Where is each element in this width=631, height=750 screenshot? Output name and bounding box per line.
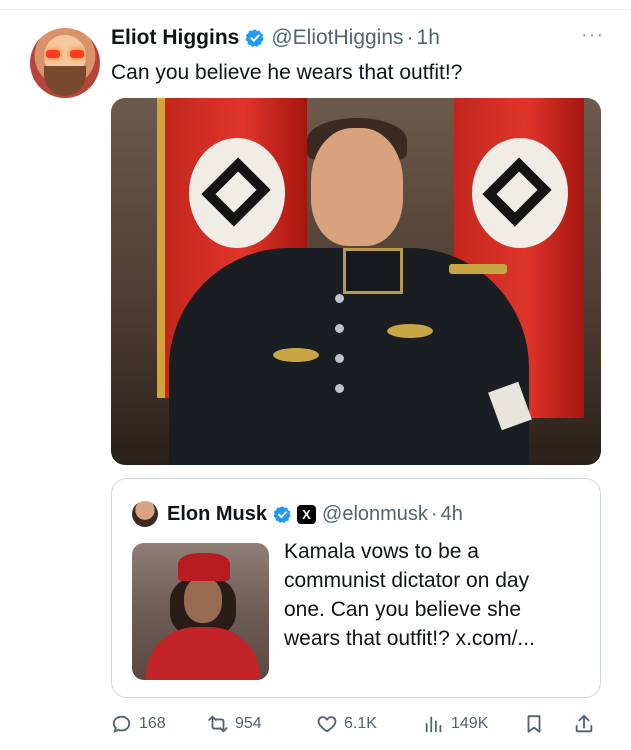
share-icon: [575, 714, 593, 733]
uniform-button: [335, 354, 344, 363]
avatar-eye-left: [46, 50, 60, 58]
like-count: 6.1K: [344, 715, 377, 732]
header-separator: ·: [406, 26, 414, 49]
thumb-hat: [178, 553, 230, 581]
media-face: [311, 128, 403, 246]
quoted-media-thumbnail[interactable]: [132, 543, 269, 680]
quoted-tweet-header: Elon Musk X @elonmusk · 4h: [167, 503, 463, 526]
bookmark-button[interactable]: [523, 713, 551, 735]
quoted-tweet-text: Kamala vows to be a communist dictator o…: [284, 537, 584, 653]
tweet-header: Eliot Higgins @EliotHiggins · 1h: [111, 26, 440, 50]
tweet-action-bar: 168 954 6.1K 149K: [111, 707, 611, 741]
top-divider: [0, 9, 631, 10]
quoted-author-avatar[interactable]: [132, 501, 158, 527]
x-affiliation-badge-icon: X: [297, 505, 317, 524]
views-button[interactable]: 149K: [423, 713, 488, 735]
repost-button[interactable]: 954: [207, 713, 262, 735]
uniform-button: [335, 384, 344, 393]
author-handle[interactable]: @EliotHiggins: [271, 26, 403, 50]
media-collar: [343, 248, 403, 294]
reply-icon: [112, 715, 131, 733]
media-medal: [273, 348, 319, 362]
author-name[interactable]: Eliot Higgins: [111, 26, 239, 50]
quoted-tweet-time[interactable]: 4h: [441, 503, 463, 526]
avatar-beard: [44, 66, 86, 96]
view-count: 149K: [451, 715, 489, 732]
quoted-header-separator: ·: [430, 503, 438, 525]
tweet-time[interactable]: 1h: [417, 26, 440, 50]
uniform-button: [335, 294, 344, 303]
like-button[interactable]: 6.1K: [316, 713, 377, 735]
analytics-bars-icon: [425, 716, 442, 733]
quoted-author-handle[interactable]: @elonmusk: [322, 503, 428, 526]
share-button[interactable]: [573, 713, 601, 735]
repost-icon: [208, 715, 228, 733]
reply-button[interactable]: 168: [111, 713, 166, 735]
uniform-button: [335, 324, 344, 333]
author-avatar[interactable]: [30, 28, 100, 98]
avatar-eye-right: [70, 50, 84, 58]
reply-count: 168: [139, 715, 166, 732]
heart-icon: [317, 716, 337, 733]
repost-count: 954: [235, 715, 262, 732]
quoted-text-line: Kamala vows to be a: [284, 540, 479, 563]
thumb-face: [184, 577, 222, 623]
tweet-text: Can you believe he wears that outfit!?: [111, 61, 463, 84]
quoted-text-line: one. Can you believe she: [284, 598, 521, 621]
quoted-author-name[interactable]: Elon Musk: [167, 503, 267, 526]
thumb-coat: [146, 627, 260, 680]
verified-badge-icon: [245, 29, 264, 47]
tweet-media-image[interactable]: [111, 98, 601, 465]
media-medal: [387, 324, 433, 338]
more-options-icon[interactable]: ···: [581, 24, 604, 47]
quoted-tweet-card[interactable]: Elon Musk X @elonmusk · 4h Kamala vows t…: [111, 478, 601, 698]
verified-badge-icon: [273, 506, 291, 524]
quoted-text-line: communist dictator on day: [284, 569, 530, 592]
quoted-text-line: wears that outfit!? x.com/...: [284, 627, 535, 650]
media-epaulette: [449, 264, 507, 274]
bookmark-icon: [527, 715, 541, 733]
